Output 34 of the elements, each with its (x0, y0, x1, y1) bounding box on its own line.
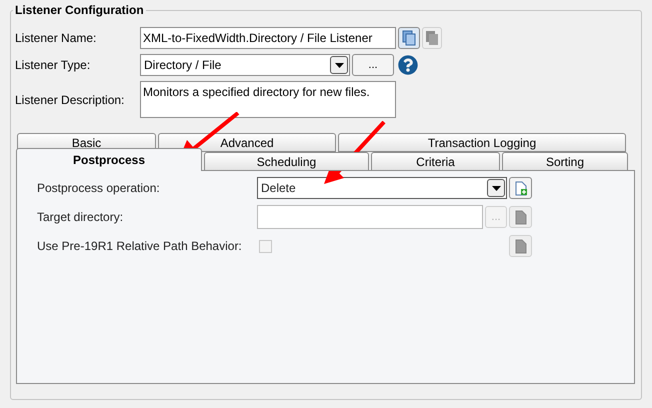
document-plus-icon (514, 180, 526, 196)
description-field[interactable]: Monitors a specified directory for new files. (140, 81, 396, 118)
copy-icon (402, 30, 416, 46)
tab[interactable]: Scheduling (204, 152, 369, 171)
dropdown-button[interactable] (330, 56, 348, 74)
document-plus-icon (514, 238, 526, 254)
field-label: Listener Type: (15, 57, 92, 74)
field-label: Listener Description: (15, 92, 126, 108)
caret-icon (334, 62, 344, 68)
tab[interactable]: Sorting (502, 152, 628, 171)
section-title: Listener Configuration (13, 3, 146, 17)
listener-name-field[interactable]: XML-to-FixedWidth.Directory / File Listener (140, 27, 396, 49)
field-label: Listener Name: (15, 30, 98, 47)
tab[interactable]: Criteria (371, 152, 500, 171)
select-value: Delete (261, 180, 296, 197)
target-directory-field[interactable] (257, 205, 483, 229)
help-icon[interactable] (398, 55, 418, 75)
field-label: Target directory: (37, 209, 124, 226)
copy-button[interactable] (398, 27, 420, 49)
operation-select[interactable]: Delete (257, 177, 507, 199)
field-label: Use Pre-19R1 Relative Path Behavior: (37, 238, 243, 255)
tab[interactable]: Postprocess (16, 148, 202, 171)
dropdown-button[interactable] (487, 179, 505, 197)
select-value: Directory / File (144, 57, 222, 74)
document-plus-icon (514, 210, 526, 224)
field-label: Postprocess operation: (37, 180, 161, 197)
tab[interactable]: Transaction Logging (338, 133, 626, 152)
listener-type-select[interactable]: Directory / File (140, 54, 350, 76)
annotation-arrow (323, 121, 386, 185)
add-document-button[interactable] (509, 177, 532, 199)
caret-icon (492, 186, 500, 190)
copy-icon (425, 30, 439, 46)
browse-button[interactable]: ... (352, 54, 394, 76)
tab[interactable]: Advanced (158, 133, 336, 152)
